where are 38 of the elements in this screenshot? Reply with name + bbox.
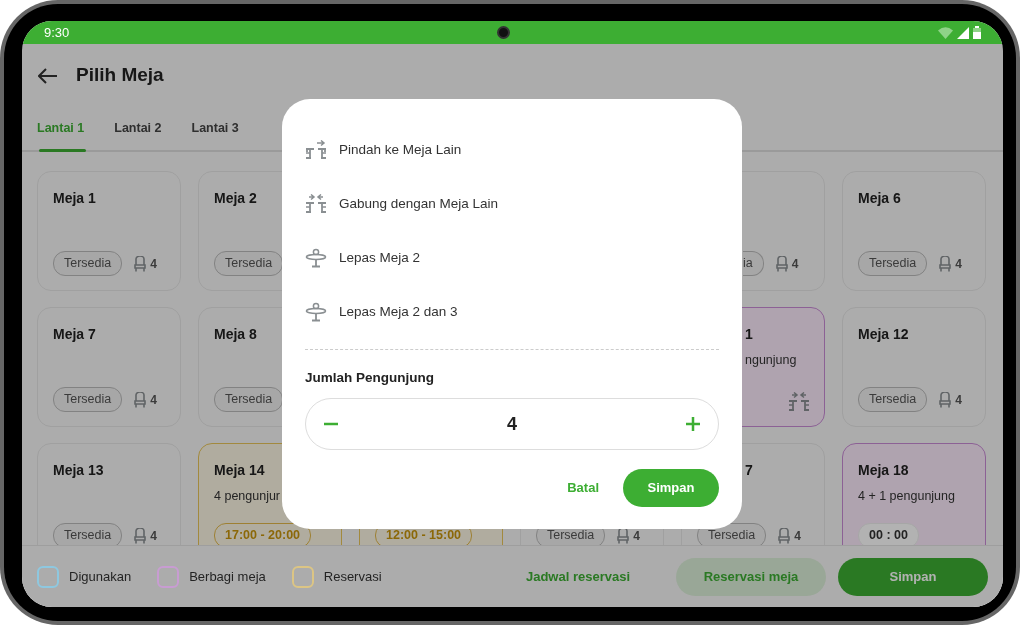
status-badge: Tersedia <box>53 523 123 545</box>
table-name: 1 <box>745 325 753 344</box>
status-badge: Tersedia <box>53 251 123 276</box>
table-name: Meja 12 <box>858 325 909 344</box>
table-name: Meja 18 <box>858 461 909 480</box>
status-badge: Tersedia <box>214 251 284 276</box>
seat-count: 4 <box>794 527 801 545</box>
legend-label: Berbagi meja <box>189 567 266 586</box>
seat-count: 4 <box>791 255 799 273</box>
status-badge: Tersedia <box>858 387 928 412</box>
time-badge: 00 : 00 <box>858 523 919 545</box>
table-name: Meja 13 <box>53 461 104 480</box>
table-name: Meja 7 <box>53 325 96 344</box>
status-badge: Tersedia <box>858 251 928 276</box>
visitor-count: ngunjung <box>745 352 797 369</box>
seat-count: 4 <box>633 527 640 545</box>
legend-label: Digunakan <box>69 567 132 586</box>
status-badge: ia <box>743 251 764 276</box>
status-time: 9:30 <box>44 23 70 42</box>
seat-count: 4 <box>150 391 157 409</box>
table-name: Meja 14 <box>214 461 265 480</box>
table-name: 7 <box>745 461 753 480</box>
table-name: Meja 6 <box>858 189 901 208</box>
time-badge: 17:00 - 20:00 <box>214 523 312 545</box>
seat-count: 4 <box>150 255 157 273</box>
page-title: Pilih Meja <box>76 64 164 87</box>
status-badge: Tersedia <box>53 387 123 412</box>
seat-count: 4 <box>150 527 157 545</box>
counter-value: 4 <box>507 412 517 436</box>
seat-count: 4 <box>955 255 962 273</box>
table-name: Meja 1 <box>53 189 96 208</box>
seat-count: 4 <box>955 391 962 409</box>
status-badge: Tersedia <box>214 387 284 412</box>
table-name: Meja 8 <box>214 325 257 344</box>
visitor-count: 4 + 1 pengunjung <box>858 488 955 505</box>
legend-label: Reservasi <box>323 567 382 586</box>
visitor-count: 4 pengunjur <box>214 488 281 505</box>
table-name: Meja 2 <box>214 189 257 208</box>
